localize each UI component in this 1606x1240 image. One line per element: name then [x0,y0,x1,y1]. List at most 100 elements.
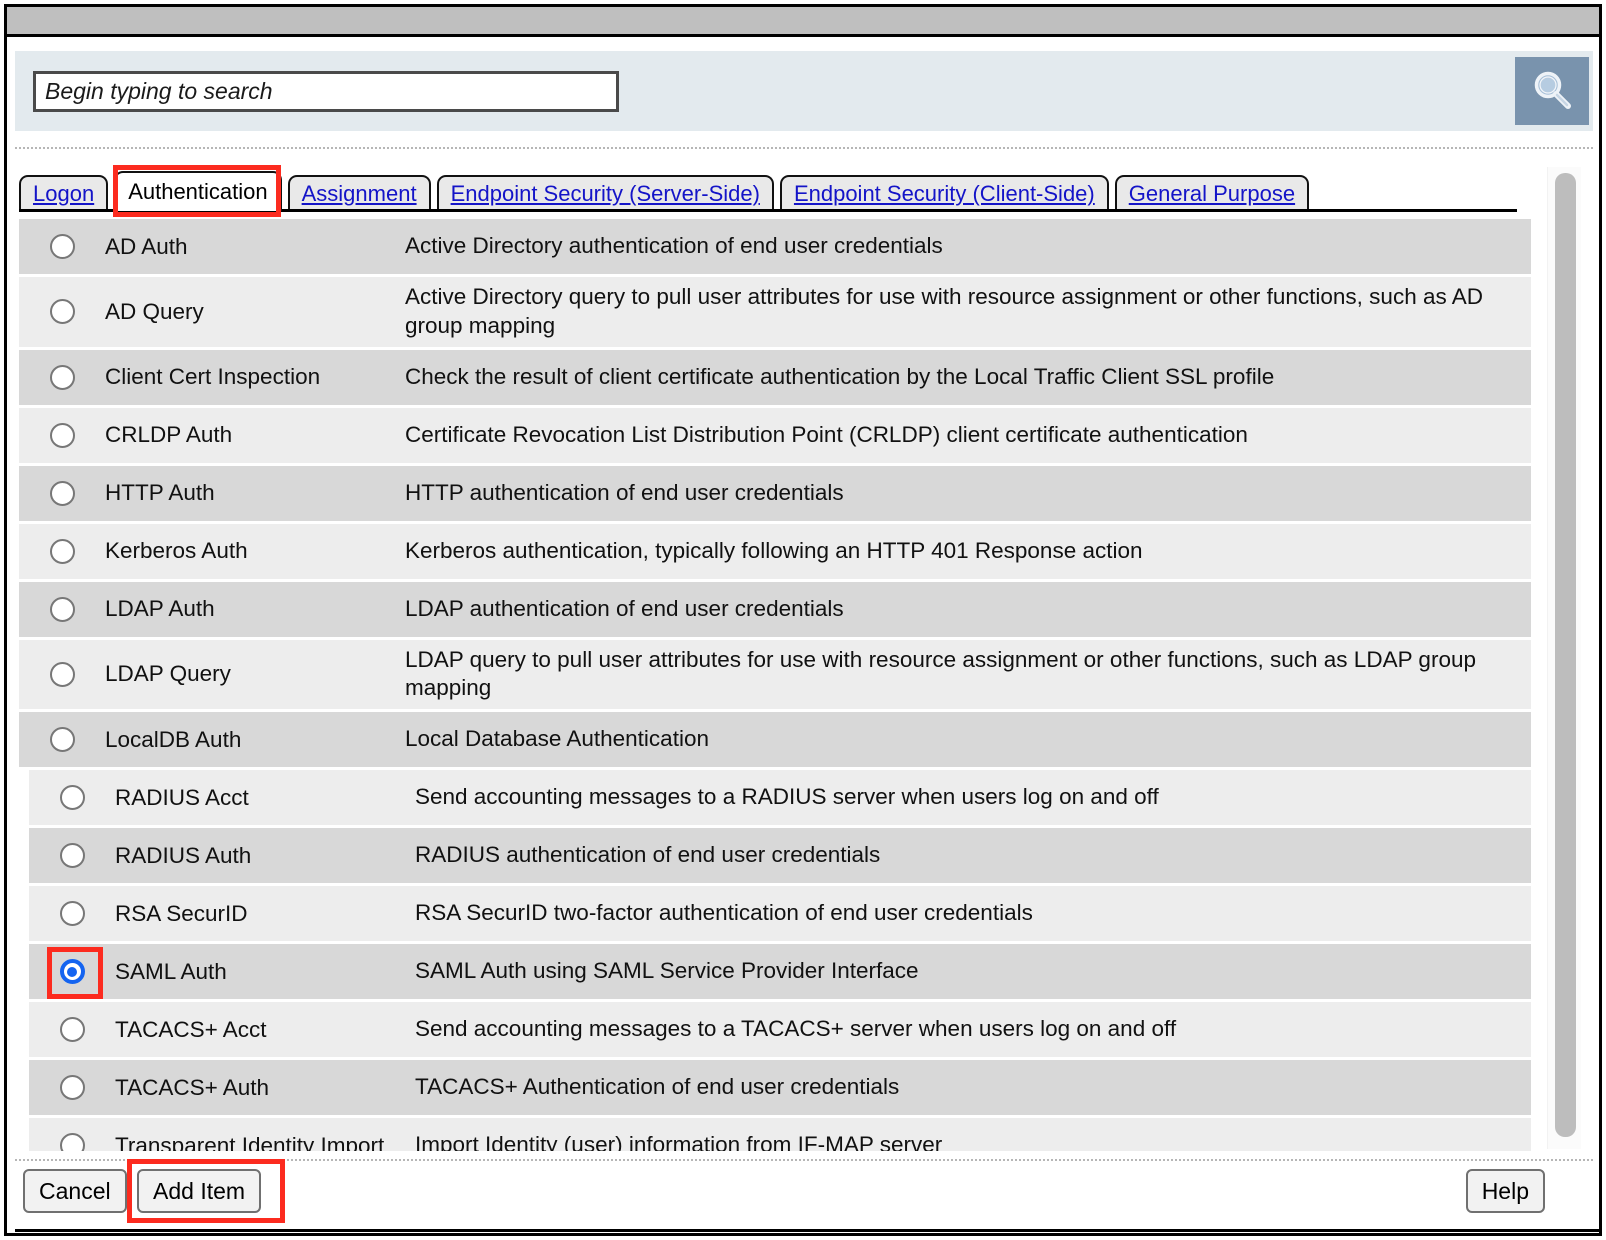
item-name: TACACS+ Acct [115,1016,267,1042]
list-item[interactable]: CRLDP Auth Certificate Revocation List Di… [19,407,1531,466]
item-description: Local Database Authentication [405,726,709,752]
tab-endpoint-security-client-side[interactable]: Endpoint Security (Client-Side) [779,175,1109,211]
item-description: RSA SecurID two-factor authentication of… [415,900,1033,926]
list-item[interactable]: LDAP Auth LDAP authentication of end user… [19,581,1531,640]
list-item[interactable]: HTTP Auth HTTP authentication of end user… [19,465,1531,524]
tab-label: Endpoint Security (Client-Side) [793,181,1095,206]
cancel-button[interactable]: Cancel [23,1169,127,1213]
item-radio[interactable] [59,959,85,985]
tab-endpoint-security-server-side[interactable]: Endpoint Security (Server-Side) [436,175,774,211]
item-radio[interactable] [49,596,75,622]
item-name: RADIUS Acct [115,784,249,810]
window-frame: Logon Authentication Assignment Endpoint Se… [4,4,1602,1236]
list-item[interactable]: AD Query Active Directory query to pull u… [19,277,1531,350]
item-description: Send accounting messages to a TACACS+ se… [415,1016,1177,1042]
radio-cell [29,1124,115,1151]
list-item[interactable]: TACACS+ Acct Send accounting messages to … [29,1002,1531,1061]
tab-general-purpose[interactable]: General Purpose [1114,175,1310,211]
radio-cell [29,892,115,935]
window-titlebar [7,7,1599,37]
item-radio[interactable] [49,364,75,390]
tab-label: Endpoint Security (Server-Side) [450,181,760,206]
list-item[interactable]: RADIUS Acct Send accounting messages to a… [29,770,1531,829]
radio-cell [29,776,115,819]
tab-logon[interactable]: Logon [19,175,109,211]
search-input[interactable] [33,70,619,112]
divider-top [15,147,1593,149]
item-radio[interactable] [59,843,85,869]
item-name: RSA SecurID [115,900,248,926]
radio-cell [19,356,105,399]
item-radio[interactable] [59,1017,85,1043]
item-radio[interactable] [49,661,75,687]
item-name: LDAP Query [105,661,231,687]
item-description: Kerberos authentication, typically follo… [405,537,1143,563]
item-description: Check the result of client certificate a… [405,363,1275,389]
radio-cell [19,646,105,704]
list-scrollbar[interactable] [1547,167,1581,1149]
list-item[interactable]: TACACS+ Auth TACACS+ Authentication of en… [29,1060,1531,1119]
radio-cell [29,1066,115,1109]
item-radio[interactable] [49,234,75,259]
list-item[interactable]: Transparent Identity Import Import Identi… [29,1118,1531,1151]
list-item[interactable]: RSA SecurID RSA SecurID two-factor authen… [29,886,1531,945]
item-name: AD Query [105,298,204,324]
item-name: LocalDB Auth [105,726,242,752]
item-name: SAML Auth [115,958,227,984]
list-item[interactable]: LocalDB Auth Local Database Authenticatio… [19,712,1531,771]
add-item-button[interactable]: Add Item [137,1169,262,1213]
item-description: HTTP authentication of end user credenti… [405,479,844,505]
item-radio[interactable] [59,1075,85,1101]
tab-strip: Logon Authentication Assignment Endpoint Se… [19,169,1581,211]
item-name: CRLDP Auth [105,422,233,448]
item-radio[interactable] [49,538,75,564]
item-name: Transparent Identity Import [115,1132,385,1151]
item-radio[interactable] [49,727,75,753]
item-name: TACACS+ Auth [115,1074,270,1100]
item-description: TACACS+ Authentication of end user crede… [415,1074,900,1100]
item-description: SAML Auth using SAML Service Provider In… [415,958,919,984]
scrollbar-thumb[interactable] [1555,173,1576,1137]
item-radio[interactable] [49,299,75,325]
item-name: HTTP Auth [105,480,215,506]
radio-cell [29,1008,115,1051]
item-radio[interactable] [59,901,85,927]
search-icon [1529,67,1575,116]
radio-cell [19,530,105,573]
radio-cell [29,950,115,993]
item-description: Active Directory query to pull user attr… [405,284,1483,338]
tab-label: Authentication [128,179,268,204]
tab-label: General Purpose [1128,181,1296,206]
tab-authentication[interactable]: Authentication [114,171,282,211]
radio-cell [29,834,115,877]
radio-cell [19,472,105,515]
radio-cell [19,414,105,457]
radio-cell [19,225,105,268]
list-item[interactable]: AD Auth Active Directory authentication o… [19,219,1531,277]
item-radio[interactable] [49,422,75,448]
list-item[interactable]: SAML Auth SAML Auth using SAML Service Pr… [29,944,1531,1003]
item-description: Active Directory authentication of end u… [405,233,943,259]
item-name: Kerberos Auth [105,538,248,564]
item-radio[interactable] [49,480,75,506]
action-list: AD Auth Active Directory authentication o… [19,219,1589,1151]
list-item[interactable]: Client Cert Inspection Check the result o… [19,349,1531,408]
search-button[interactable] [1515,57,1589,125]
radio-cell [19,283,105,341]
help-button[interactable]: Help [1465,1169,1545,1213]
item-description: Certificate Revocation List Distribution… [405,421,1248,447]
list-item[interactable]: RADIUS Auth RADIUS authentication of end … [29,828,1531,887]
item-description: Send accounting messages to a RADIUS ser… [415,784,1159,810]
item-name: RADIUS Auth [115,842,252,868]
item-description: LDAP query to pull user attributes for u… [405,646,1476,701]
item-radio[interactable] [59,785,85,811]
item-name: Client Cert Inspection [105,364,321,390]
item-description: LDAP authentication of end user credenti… [405,595,844,621]
divider-bottom [15,1159,1593,1161]
item-name: AD Auth [105,233,188,259]
list-item[interactable]: LDAP Query LDAP query to pull user attrib… [19,639,1531,713]
item-radio[interactable] [59,1133,85,1151]
list-item[interactable]: Kerberos Auth Kerberos authentication, ty… [19,523,1531,582]
tab-assignment[interactable]: Assignment [287,175,431,211]
item-name: LDAP Auth [105,596,215,622]
